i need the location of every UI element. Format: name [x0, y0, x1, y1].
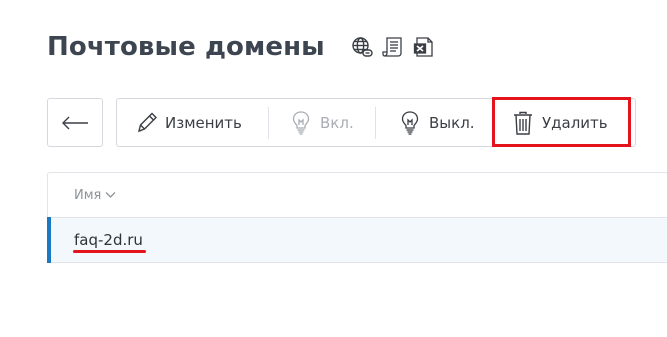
title-actions: [351, 36, 435, 58]
excel-export-icon[interactable]: [413, 36, 435, 58]
page-title: Почтовые домены: [47, 32, 325, 62]
selection-marker: [47, 217, 51, 263]
lightbulb-off-icon: [401, 110, 419, 135]
globe-link-icon[interactable]: [351, 36, 373, 58]
table-header: Имя: [48, 173, 667, 218]
trash-icon: [514, 111, 532, 135]
domain-name: faq-2d.ru: [73, 231, 146, 253]
back-button[interactable]: [47, 98, 103, 147]
toolbar-divider: [375, 107, 376, 139]
delete-button-label: Удалить: [542, 113, 608, 132]
pencil-icon: [138, 112, 157, 132]
toolbar-divider: [268, 107, 269, 139]
toolbar: Изменить Вкл. Выкл. Удалить: [116, 98, 636, 147]
disable-button[interactable]: Выкл.: [399, 99, 475, 146]
enable-button[interactable]: Вкл.: [290, 99, 354, 146]
enable-button-label: Вкл.: [320, 113, 354, 132]
domain-underline: [73, 250, 146, 253]
list-document-icon[interactable]: [382, 36, 404, 58]
table-row[interactable]: faq-2d.ru: [47, 217, 667, 263]
page-header: Почтовые домены: [47, 32, 435, 62]
chevron-down-icon: [105, 192, 116, 198]
disable-button-label: Выкл.: [429, 113, 475, 132]
arrow-left-icon: [62, 116, 88, 129]
edit-button[interactable]: Изменить: [135, 99, 242, 146]
delete-button[interactable]: Удалить: [512, 99, 608, 146]
column-header-name[interactable]: Имя: [74, 188, 116, 203]
edit-button-label: Изменить: [165, 113, 242, 132]
lightbulb-on-icon: [292, 110, 310, 135]
domains-table: Имя faq-2d.ru: [47, 172, 667, 263]
